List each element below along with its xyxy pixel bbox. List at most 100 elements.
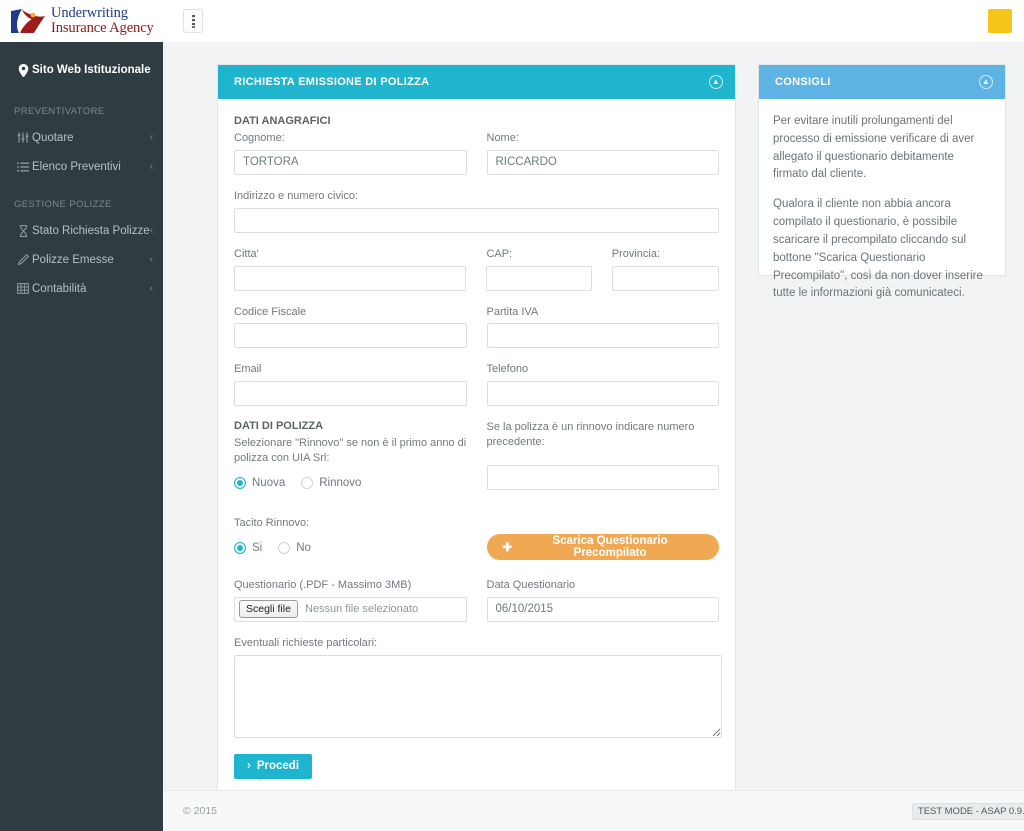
footer: © 2015 TEST MODE - ASAP 0.9.8: [163, 790, 1024, 831]
sidebar-item-sito-web-istituzionale[interactable]: Sito Web Istituzionale: [0, 52, 163, 88]
sidebar-item-quotare[interactable]: Quotare ‹: [0, 123, 163, 152]
label-telefono: Telefono: [486, 363, 529, 376]
list-icon: [14, 162, 32, 172]
chevron-left-icon: ‹: [149, 283, 153, 294]
sidebar-item-contabilita[interactable]: Contabilità ‹: [0, 274, 163, 303]
policy-request-panel: RICHIESTA EMISSIONE DI POLIZZA ▲ DATI AN…: [217, 64, 736, 802]
label-partita-iva: Partita IVA: [486, 305, 539, 318]
brand-line-2: Insurance Agency: [51, 20, 154, 36]
numero-precedente-input[interactable]: [486, 464, 719, 490]
field-group-citta: Citta': [234, 247, 467, 291]
map-pin-icon: [14, 63, 32, 77]
sidebar-group-heading-preventivatore: PREVENTIVATORE: [14, 106, 105, 117]
citta-input[interactable]: [234, 265, 467, 291]
brand-header[interactable]: Underwriting Insurance Agency: [0, 0, 163, 42]
kebab-menu-icon: [191, 14, 195, 28]
chevron-left-icon: ‹: [149, 254, 153, 265]
hint-tipo-polizza: Selezionare "Rinnovo" se non è il primo …: [234, 437, 467, 465]
row-questionario: Questionario (.PDF - Massimo 3MB) Scegli…: [234, 578, 719, 622]
procedi-button[interactable]: › Procedi: [234, 753, 313, 779]
sidebar-item-polizze-emesse[interactable]: Polizze Emesse ‹: [0, 245, 163, 274]
top-bar: [163, 0, 1024, 42]
sidebar-toggle-button[interactable]: [183, 9, 203, 33]
label-cognome: Cognome:: [234, 132, 285, 144]
partita-iva-input[interactable]: [486, 323, 719, 349]
sidebar-item-elenco-preventivi[interactable]: Elenco Preventivi ‹: [0, 152, 163, 181]
radio-tacito-si[interactable]: Si: [234, 541, 263, 554]
label-data-questionario: Data Questionario: [486, 578, 576, 591]
field-group-codice-fiscale: Codice Fiscale: [234, 305, 467, 349]
field-group-cognome: Cognome:: [234, 131, 467, 175]
label-indirizzo: Indirizzo e numero civico:: [234, 189, 359, 202]
radio-tacito-no[interactable]: No: [278, 541, 311, 554]
data-questionario-input[interactable]: [486, 596, 719, 622]
codice-fiscale-input[interactable]: [234, 323, 467, 349]
chevron-circle-icon[interactable]: ▲: [709, 75, 723, 89]
radio-dot-icon: [301, 476, 314, 489]
questionario-file-input[interactable]: Scegli file Nessun file selezionato: [234, 596, 467, 622]
row-email-telefono: Email Telefono: [234, 362, 719, 407]
sliders-icon: [14, 132, 32, 143]
sidebar: Underwriting Insurance Agency Sito Web I…: [0, 0, 163, 831]
field-group-indirizzo: Indirizzo e numero civico:: [234, 189, 719, 233]
field-group-email: Email: [234, 362, 467, 407]
sidebar-item-label: Quotare: [32, 131, 74, 144]
radio-rinnovo[interactable]: Rinnovo: [301, 476, 361, 489]
field-group-data-questionario: Data Questionario: [486, 578, 719, 622]
label-cap: CAP:: [486, 247, 513, 260]
label-numero-precedente: Se la polizza è un rinnovo indicare nume…: [486, 421, 695, 449]
field-group-richieste: Eventuali richieste particolari:: [234, 636, 722, 738]
button-label: Scarica Questionario Precompilato: [552, 534, 668, 559]
indirizzo-input[interactable]: [234, 207, 719, 233]
telefono-input[interactable]: [486, 381, 719, 407]
cap-input[interactable]: [486, 265, 592, 291]
field-group-telefono: Telefono: [486, 362, 719, 407]
hourglass-icon: [14, 224, 32, 237]
sidebar-item-label: Stato Richiesta Polizze: [32, 224, 150, 237]
scegli-file-button[interactable]: Scegli file: [239, 600, 298, 619]
row-citta-cap-provincia: Citta' CAP: Provincia:: [234, 247, 720, 291]
radio-nuova[interactable]: Nuova: [234, 476, 285, 489]
chevron-left-icon: ‹: [149, 161, 153, 172]
radio-label: No: [296, 541, 311, 554]
download-circle-icon: ✚: [502, 541, 513, 554]
chevron-left-icon: ‹: [149, 225, 153, 236]
radio-label: Si: [252, 541, 263, 554]
tips-paragraph: Qualora il cliente non abbia ancora comp…: [773, 198, 983, 300]
field-group-numero-precedente: Se la polizza è un rinnovo indicare nume…: [486, 420, 719, 490]
field-group-cap: CAP:: [486, 247, 592, 291]
tacito-rinnovo-radio-group: Si No: [234, 541, 467, 554]
row-tacito-rinnovo: Tacito Rinnovo: Si No ✚ Scarica Question…: [234, 500, 719, 560]
tips-panel-header: CONSIGLI ▲: [759, 65, 1005, 99]
chevron-circle-icon[interactable]: ▲: [979, 75, 993, 89]
field-group-nome: Nome:: [486, 131, 719, 175]
label-email: Email: [234, 363, 262, 376]
application-root: Underwriting Insurance Agency Sito Web I…: [0, 0, 1024, 831]
row-indirizzo: Indirizzo e numero civico:: [234, 189, 719, 233]
richieste-particolari-textarea[interactable]: [234, 654, 722, 738]
table-icon: [14, 283, 32, 294]
sidebar-item-label: Elenco Preventivi: [32, 160, 121, 173]
nome-input[interactable]: [486, 149, 719, 175]
file-status-text: Nessun file selezionato: [304, 603, 419, 616]
sidebar-item-stato-richiesta-polizze[interactable]: Stato Richiesta Polizze ‹: [0, 216, 163, 245]
sidebar-item-label: Polizze Emesse: [32, 253, 114, 266]
uia-swoosh-logo-icon: [8, 6, 48, 36]
radio-dot-icon: [234, 476, 246, 489]
button-label: Procedi: [256, 760, 300, 773]
notification-badge[interactable]: [988, 9, 1012, 33]
cognome-input[interactable]: [234, 149, 467, 175]
main-content: RICHIESTA EMISSIONE DI POLIZZA ▲ DATI AN…: [163, 42, 1024, 802]
row-cognome-nome: Cognome: Nome:: [234, 131, 719, 175]
chevron-right-icon: ›: [247, 760, 251, 773]
label-nome: Nome:: [486, 132, 519, 144]
label-provincia: Provincia:: [611, 247, 661, 260]
provincia-input[interactable]: [611, 265, 720, 291]
label-questionario: Questionario (.PDF - Massimo 3MB): [234, 578, 412, 591]
field-group-tipo-polizza: DATI DI POLIZZA Selezionare "Rinnovo" se…: [234, 420, 467, 490]
field-group-questionario: Questionario (.PDF - Massimo 3MB) Scegli…: [234, 578, 467, 622]
scarica-questionario-precompilato-button[interactable]: ✚ Scarica Questionario Precompilato: [486, 533, 719, 560]
email-input[interactable]: [234, 381, 467, 407]
field-group-download: ✚ Scarica Questionario Precompilato: [486, 500, 719, 560]
copyright-text: © 2015: [183, 805, 218, 817]
